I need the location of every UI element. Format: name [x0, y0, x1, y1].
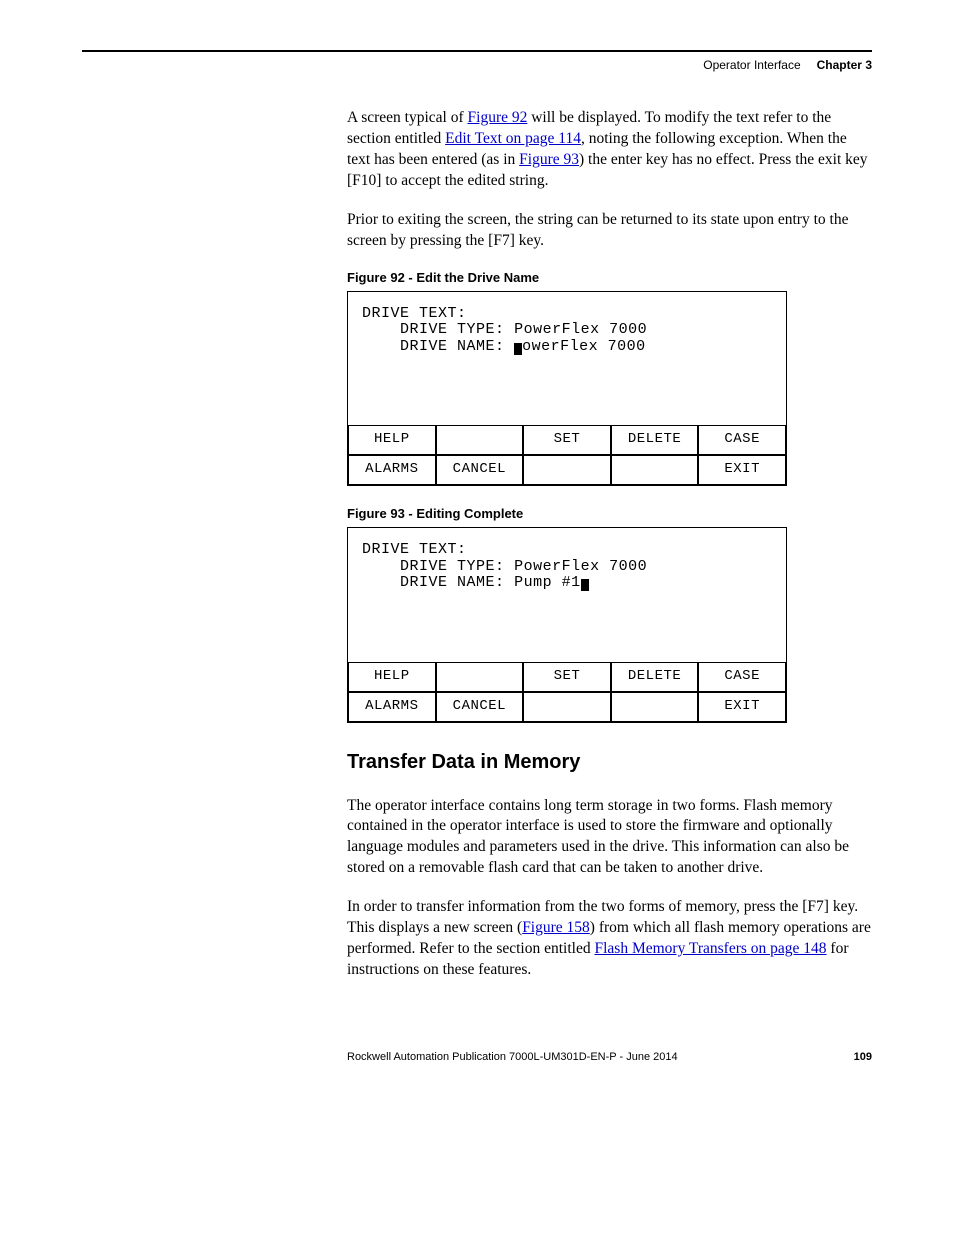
terminal-display: DRIVE TEXT: DRIVE TYPE: PowerFlex 7000 D…: [348, 528, 786, 662]
page-number: 109: [854, 1051, 872, 1063]
paragraph: In order to transfer information from th…: [347, 897, 872, 981]
label: DRIVE TYPE:: [400, 321, 505, 338]
f7-cancel-button[interactable]: CANCEL: [436, 455, 524, 485]
terminal-display: DRIVE TEXT: DRIVE TYPE: PowerFlex 7000 D…: [348, 292, 786, 426]
function-key-row: HELP SET DELETE CASE ALARMS CANCEL EXIT: [348, 425, 786, 485]
value: owerFlex 7000: [522, 338, 646, 355]
screen-93: DRIVE TEXT: DRIVE TYPE: PowerFlex 7000 D…: [347, 527, 787, 723]
value: Pump #1: [514, 574, 581, 591]
figure-93-caption: Figure 93 - Editing Complete: [347, 506, 872, 521]
function-key-row: HELP SET DELETE CASE ALARMS CANCEL EXIT: [348, 662, 786, 722]
f9-button[interactable]: [611, 455, 699, 485]
f10-exit-button[interactable]: EXIT: [698, 455, 786, 485]
paragraph: The operator interface contains long ter…: [347, 796, 872, 880]
link-edit-text[interactable]: Edit Text on page 114: [445, 130, 581, 147]
figure-92-caption: Figure 92 - Edit the Drive Name: [347, 270, 872, 285]
section-title: Operator Interface: [703, 58, 800, 72]
cursor-icon: [514, 343, 522, 355]
label: DRIVE TYPE:: [400, 558, 505, 575]
link-flash-memory-transfers[interactable]: Flash Memory Transfers on page 148: [594, 940, 826, 957]
screen-92: DRIVE TEXT: DRIVE TYPE: PowerFlex 7000 D…: [347, 291, 787, 487]
cursor-icon: [581, 579, 589, 591]
f3-set-button[interactable]: SET: [523, 425, 611, 455]
f1-help-button[interactable]: HELP: [348, 662, 436, 692]
link-figure-92[interactable]: Figure 92: [468, 109, 528, 126]
text: DRIVE TEXT:: [362, 541, 467, 558]
f6-alarms-button[interactable]: ALARMS: [348, 692, 436, 722]
running-header: Operator Interface Chapter 3: [82, 58, 872, 72]
label: DRIVE NAME:: [400, 574, 505, 591]
text: A screen typical of: [347, 109, 468, 126]
f4-delete-button[interactable]: DELETE: [611, 662, 699, 692]
f5-case-button[interactable]: CASE: [698, 662, 786, 692]
page: Operator Interface Chapter 3 A screen ty…: [0, 0, 954, 1123]
f8-button[interactable]: [523, 692, 611, 722]
header-rule: [82, 50, 872, 52]
f6-alarms-button[interactable]: ALARMS: [348, 455, 436, 485]
link-figure-93[interactable]: Figure 93: [519, 151, 579, 168]
chapter-label: Chapter 3: [817, 58, 872, 72]
publication-info: Rockwell Automation Publication 7000L-UM…: [347, 1051, 678, 1063]
f5-case-button[interactable]: CASE: [698, 425, 786, 455]
f2-button[interactable]: [436, 425, 524, 455]
f9-button[interactable]: [611, 692, 699, 722]
heading-transfer-data: Transfer Data in Memory: [347, 751, 872, 774]
f7-cancel-button[interactable]: CANCEL: [436, 692, 524, 722]
link-figure-158[interactable]: Figure 158: [522, 919, 590, 936]
f1-help-button[interactable]: HELP: [348, 425, 436, 455]
value: PowerFlex 7000: [514, 321, 647, 338]
f10-exit-button[interactable]: EXIT: [698, 692, 786, 722]
paragraph: Prior to exiting the screen, the string …: [347, 210, 872, 252]
text: DRIVE TEXT:: [362, 305, 467, 322]
main-content: A screen typical of Figure 92 will be di…: [347, 108, 872, 981]
page-footer: Rockwell Automation Publication 7000L-UM…: [82, 1051, 872, 1063]
label: DRIVE NAME:: [400, 338, 505, 355]
value: PowerFlex 7000: [514, 558, 647, 575]
f8-button[interactable]: [523, 455, 611, 485]
f3-set-button[interactable]: SET: [523, 662, 611, 692]
f2-button[interactable]: [436, 662, 524, 692]
paragraph: A screen typical of Figure 92 will be di…: [347, 108, 872, 192]
f4-delete-button[interactable]: DELETE: [611, 425, 699, 455]
